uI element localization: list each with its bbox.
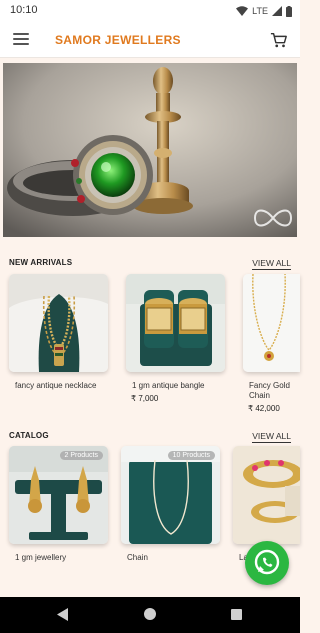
catalog-name: Chain (127, 553, 148, 562)
whatsapp-icon (254, 549, 280, 575)
product-card[interactable]: 1 gm antique bangle ₹ 7,000 (126, 274, 225, 403)
status-icons: LTE (236, 4, 292, 18)
status-time: 10:10 (10, 4, 38, 16)
product-name: 1 gm antique bangle (132, 381, 205, 390)
product-card[interactable]: fancy antique necklace (9, 274, 108, 391)
app-title: SAMOR JEWELLERS (55, 33, 181, 47)
catalog-view-all-link[interactable]: VIEW ALL (252, 431, 291, 443)
catalog-image (233, 446, 300, 544)
signal-icon (272, 6, 282, 16)
network-type-label: LTE (252, 6, 268, 16)
menu-icon[interactable] (13, 33, 29, 45)
product-count-badge: 10 Products (167, 451, 215, 460)
recent-apps-icon[interactable] (231, 609, 242, 620)
product-card[interactable]: Fancy Gold Chain ₹ 42,000 (243, 274, 300, 413)
catalog-title: CATALOG (9, 431, 49, 440)
product-price: ₹ 42,000 (248, 404, 280, 413)
product-price: ₹ 7,000 (131, 394, 159, 403)
battery-icon (286, 5, 292, 17)
whatsapp-button[interactable] (245, 541, 289, 585)
catalog-name: 1 gm jewellery (15, 553, 67, 562)
product-image (126, 274, 225, 372)
wifi-icon (236, 6, 249, 16)
catalog-header: CATALOG VIEW ALL (9, 431, 291, 445)
app-bar: SAMOR JEWELLERS (0, 22, 300, 58)
new-arrivals-header: NEW ARRIVALS VIEW ALL (9, 258, 291, 272)
catalog-card[interactable]: 2 Products 1 gm jewellery (9, 446, 108, 563)
catalog-image: 2 Products (9, 446, 108, 544)
new-arrivals-view-all-link[interactable]: VIEW ALL (252, 258, 291, 270)
product-image (243, 274, 300, 372)
new-arrivals-title: NEW ARRIVALS (9, 258, 73, 267)
product-count-badge: 2 Products (59, 451, 103, 460)
status-bar: 10:10 LTE (0, 0, 300, 22)
banner-image (3, 63, 297, 237)
product-image (9, 274, 108, 372)
product-name: Fancy Gold Chain (249, 381, 290, 400)
product-name: fancy antique necklace (15, 381, 97, 390)
cart-icon[interactable] (270, 31, 288, 49)
banner-carousel[interactable] (3, 63, 297, 237)
back-icon[interactable] (57, 608, 69, 621)
catalog-image: 10 Products (121, 446, 220, 544)
home-icon[interactable] (144, 608, 156, 620)
system-nav-bar (0, 597, 300, 633)
catalog-card[interactable]: 10 Products Chain (121, 446, 220, 563)
